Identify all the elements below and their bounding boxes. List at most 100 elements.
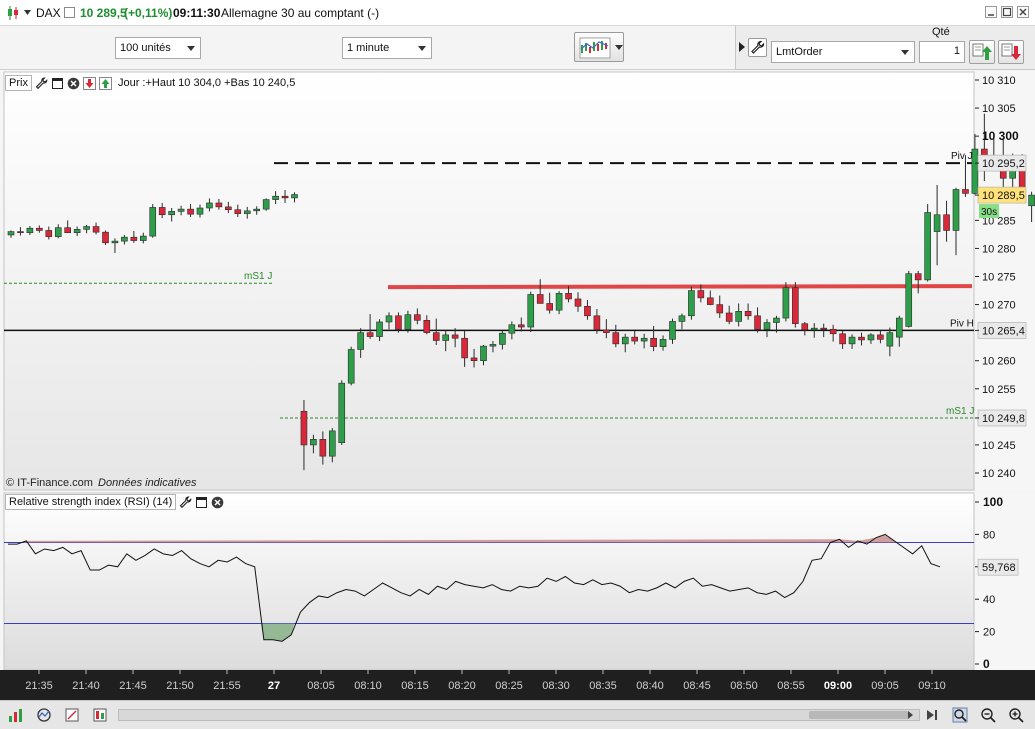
up-candle-body (338, 382, 346, 443)
time-axis: 21:35 21:40 21:45 21:50 21:55 27 08:05 08:10 08:… (0, 670, 1035, 700)
down-candle-body (744, 311, 752, 317)
time-tick-label: 08:25 (495, 680, 523, 692)
down-candle-body (716, 304, 724, 314)
down-candle-body (366, 332, 374, 337)
down-candle-body (414, 314, 421, 321)
time-tick-label: 08:55 (777, 680, 805, 692)
rsi-panel-header: Relative strength index (RSI) (14) (5, 494, 224, 510)
down-candle-body (281, 195, 289, 199)
indicator-icon[interactable] (36, 707, 52, 723)
units-select[interactable]: 100 unités (115, 37, 201, 59)
candle (792, 282, 799, 328)
up-candle-body (782, 287, 790, 319)
maximize-button[interactable] (1001, 6, 1013, 18)
up-candle-body (499, 332, 506, 345)
buy-order-icon[interactable] (98, 76, 112, 90)
units-value: 100 unités (120, 42, 171, 54)
price-plot-background (3, 71, 975, 491)
time-tick-label: 21:45 (119, 680, 147, 692)
window-icon[interactable] (51, 77, 64, 90)
price-tick-label: 10 289,5 (982, 190, 1025, 202)
time-tick-label: 08:05 (307, 680, 335, 692)
time-tick-label: 21:35 (25, 680, 53, 692)
up-candle-body (735, 311, 742, 322)
close-circle-icon[interactable] (211, 496, 224, 509)
rsi-tick-label: 20 (983, 627, 995, 639)
price-panel-title[interactable]: Prix (5, 75, 32, 91)
instrument-name: Allemagne 30 au comptant (-) (221, 6, 380, 20)
time-tick-label: 09:10 (918, 680, 946, 692)
zoom-fit-icon[interactable] (952, 707, 968, 723)
time-tick-label: 21:55 (213, 680, 241, 692)
up-candle-body (83, 226, 90, 230)
up-candle-body (357, 332, 364, 350)
zoom-in-icon[interactable] (1008, 707, 1024, 723)
price-tick-label: 10 240 (982, 468, 1016, 480)
order-type-select[interactable]: LmtOrder (771, 41, 915, 63)
down-candle-body (130, 236, 138, 241)
sell-order-icon[interactable] (82, 76, 96, 90)
up-candle-body (168, 211, 175, 216)
close-circle-icon[interactable] (67, 77, 80, 90)
price-chart[interactable]: mS1 J mS1 J Piv J Piv H 10 310 10 305 10 300 1… (0, 70, 1035, 670)
down-candle-body (801, 323, 809, 331)
horizontal-scrollbar[interactable] (118, 709, 920, 721)
candle (347, 346, 355, 386)
up-candle-body (1028, 194, 1035, 207)
scroll-right-icon[interactable] (904, 709, 916, 721)
up-candle-body (924, 212, 931, 281)
up-candle-body (243, 210, 251, 214)
sell-button[interactable] (998, 40, 1024, 64)
up-candle-body (177, 208, 185, 212)
time-tick-label: 08:15 (401, 680, 429, 692)
dropdown-arrow-icon[interactable] (24, 10, 31, 15)
wrench-icon[interactable] (179, 495, 192, 509)
down-candle-body (17, 231, 24, 234)
chart-style-button[interactable] (574, 32, 624, 62)
up-candle-body (527, 294, 535, 328)
qty-input[interactable]: 1 (919, 41, 965, 63)
candle (782, 282, 790, 322)
chart-style-icon (579, 37, 611, 59)
up-candle-body (678, 315, 686, 322)
rsi-value-label: 59,768 (982, 562, 1016, 574)
up-candle-body (272, 195, 279, 200)
price-panel-header: Prix Jour :+Haut 10 304,0 +Bas 10 240,5 (5, 75, 295, 91)
go-to-end-icon[interactable] (924, 707, 940, 723)
scrollbar-thumb[interactable] (809, 711, 909, 719)
watchlist-checkbox[interactable] (64, 7, 75, 18)
up-candle-body (291, 194, 298, 199)
up-candle-body (848, 336, 856, 345)
price-tick-label: 10 305 (982, 103, 1016, 115)
symbol-label: DAX (36, 6, 61, 20)
up-candle-body (206, 202, 213, 209)
chevron-down-icon (901, 50, 909, 55)
window-icon[interactable] (195, 496, 208, 509)
price-tick-label: 10 280 (982, 243, 1016, 255)
buy-button[interactable] (969, 40, 995, 64)
down-candle-body (158, 207, 166, 216)
zoom-out-icon[interactable] (980, 707, 996, 723)
down-candle-body (565, 293, 572, 300)
up-candle-body (640, 337, 648, 342)
expand-arrow-icon[interactable] (739, 42, 745, 52)
price-tick-label: 10 310 (982, 75, 1016, 87)
day-range-info: Jour :+Haut 10 304,0 +Bas 10 240,5 (117, 77, 296, 89)
chart-tools-icon[interactable] (8, 707, 24, 723)
order-settings-button[interactable] (748, 38, 767, 57)
up-candle-body (262, 199, 270, 210)
minimize-button[interactable] (985, 6, 997, 18)
clock-time: 09:11:30 (173, 6, 221, 20)
down-candle-body (423, 319, 431, 333)
close-window-button[interactable] (1017, 6, 1029, 18)
timeframe-select[interactable]: 1 minute (342, 37, 432, 59)
up-candle-body (347, 349, 355, 384)
down-candle-body (536, 294, 544, 304)
down-candle-body (962, 189, 969, 194)
candle (149, 204, 157, 238)
drawing-icon[interactable] (64, 707, 80, 723)
layout-icon[interactable] (92, 707, 108, 723)
chart-area[interactable]: mS1 J mS1 J Piv J Piv H 10 310 10 305 10 300 1… (0, 70, 1035, 670)
rsi-panel-title[interactable]: Relative strength index (RSI) (14) (5, 494, 177, 510)
wrench-icon[interactable] (35, 76, 48, 90)
